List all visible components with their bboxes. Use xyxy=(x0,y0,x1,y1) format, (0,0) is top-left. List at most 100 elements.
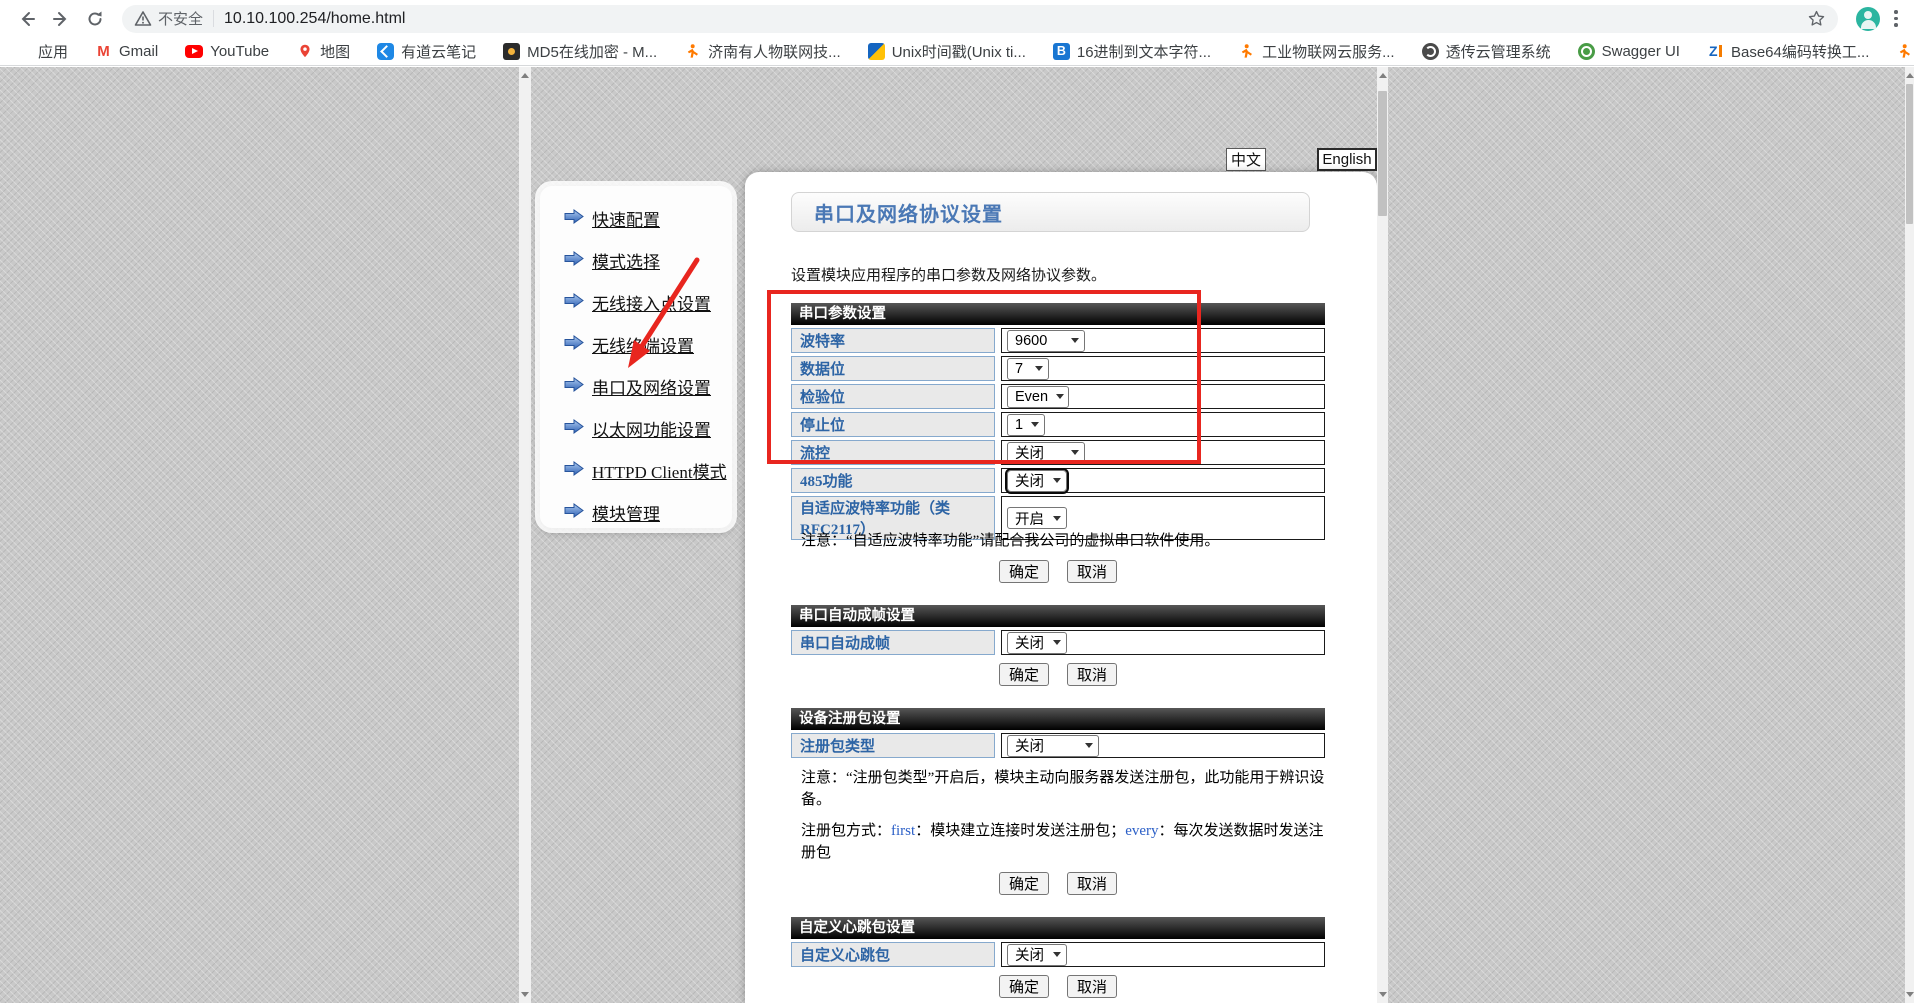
scroll-down-icon[interactable] xyxy=(1377,986,1388,1003)
ok-button[interactable]: 确定 xyxy=(999,975,1049,998)
settings-section: 串口参数设置波特率9600数据位7检验位Even停止位1流控关闭485功能关闭自… xyxy=(791,303,1325,583)
note-text: 注册包方式：first：模块建立连接时发送注册包；every：每次发送数据时发送… xyxy=(801,820,1325,864)
sidebar-item-快速配置[interactable]: 快速配置 xyxy=(564,206,732,231)
bookmark-item[interactable]: YouTube xyxy=(185,43,269,60)
select-流控[interactable]: 关闭 xyxy=(1007,442,1085,464)
select-停止位[interactable]: 1 xyxy=(1007,414,1045,436)
select-串口自动成帧[interactable]: 关闭 xyxy=(1007,632,1067,654)
select-波特率[interactable]: 9600 xyxy=(1007,330,1085,352)
table-row: 485功能关闭 xyxy=(791,468,1325,493)
sidebar-item-以太网功能设置[interactable]: 以太网功能设置 xyxy=(564,416,732,441)
sidebar-item-label: 模式选择 xyxy=(592,248,660,273)
ok-button[interactable]: 确定 xyxy=(999,560,1049,583)
sidebar-item-label: 无线接入点设置 xyxy=(592,290,711,315)
bookmark-item[interactable]: MES | 有人物联网 xyxy=(1896,41,1914,62)
frame-scrollbar[interactable] xyxy=(1377,67,1388,1003)
bookmark-item[interactable]: ZBase64编码转换工... xyxy=(1707,41,1869,62)
scroll-up-icon[interactable] xyxy=(519,67,531,84)
address-bar[interactable]: 不安全 10.10.100.254/home.html xyxy=(122,5,1838,33)
back-button[interactable] xyxy=(13,5,41,33)
chrome-menu-button[interactable] xyxy=(1894,10,1898,27)
forward-button[interactable] xyxy=(47,5,75,33)
select-value: 开启 xyxy=(1015,508,1044,529)
table-row: 自适应波特率功能（类RFC2117）开启 xyxy=(791,496,1325,521)
bookmark-item[interactable]: B16进制到文本字符... xyxy=(1053,41,1211,62)
profile-avatar[interactable] xyxy=(1856,7,1880,31)
youtube-icon xyxy=(185,45,203,58)
note-segment: every xyxy=(1125,823,1158,839)
cancel-button[interactable]: 取消 xyxy=(1067,560,1117,583)
field-value-cell: 1 xyxy=(1001,412,1325,437)
sidebar-item-模块管理[interactable]: 模块管理 xyxy=(564,500,732,525)
browser-scrollbar[interactable] xyxy=(1905,67,1914,1003)
select-自适应波特率功能（类RFC2117）[interactable]: 开启 xyxy=(1007,507,1067,529)
md5-icon xyxy=(503,43,520,60)
language-english-button[interactable]: English xyxy=(1317,148,1377,171)
bookmark-item[interactable]: 工业物联网云服务... xyxy=(1238,41,1395,62)
scroll-down-icon[interactable] xyxy=(519,986,531,1003)
select-自定义心跳包[interactable]: 关闭 xyxy=(1007,944,1067,966)
field-label: 串口自动成帧 xyxy=(791,630,995,655)
browser-toolbar: 不安全 10.10.100.254/home.html xyxy=(0,0,1914,37)
bookmark-item[interactable]: 济南有人物联网技... xyxy=(684,41,841,62)
frame-scrollbar-thumb[interactable] xyxy=(1378,91,1387,216)
ok-button[interactable]: 确定 xyxy=(999,872,1049,895)
forward-icon xyxy=(51,9,71,29)
bookmark-item[interactable]: Swagger UI xyxy=(1578,43,1680,60)
sidebar-item-HTTPD Client模式[interactable]: HTTPD Client模式 xyxy=(564,458,732,483)
browser-scrollbar-thumb[interactable] xyxy=(1906,84,1913,224)
menu-arrow-icon xyxy=(564,335,584,355)
menu-arrow-icon xyxy=(564,377,584,397)
left-frame-scrollbar[interactable] xyxy=(519,67,531,1003)
sidebar-item-无线接入点设置[interactable]: 无线接入点设置 xyxy=(564,290,732,315)
bookmark-label: Gmail xyxy=(119,43,158,60)
scroll-up-icon[interactable] xyxy=(1377,67,1388,84)
bookmark-label: Swagger UI xyxy=(1602,43,1680,60)
gmail-icon: M xyxy=(95,43,112,60)
bookmark-label: 工业物联网云服务... xyxy=(1262,41,1395,62)
scroll-up-icon[interactable] xyxy=(1905,67,1914,84)
field-label: 485功能 xyxy=(791,468,995,493)
sidebar-item-模式选择[interactable]: 模式选择 xyxy=(564,248,732,273)
table-row: 自定义心跳包关闭 xyxy=(791,942,1325,967)
menu-arrow-icon xyxy=(564,419,584,439)
security-status-label: 不安全 xyxy=(158,8,203,29)
section-header: 串口自动成帧设置 xyxy=(791,605,1325,627)
bookmark-item[interactable]: Unix时间戳(Unix ti... xyxy=(868,41,1026,62)
bookmark-item[interactable]: M Gmail xyxy=(95,43,158,60)
select-value: 1 xyxy=(1015,417,1023,433)
menu-arrow-icon xyxy=(564,503,584,523)
cancel-button[interactable]: 取消 xyxy=(1067,975,1117,998)
bookmark-item[interactable]: MD5在线加密 - M... xyxy=(503,41,657,62)
select-检验位[interactable]: Even xyxy=(1007,386,1069,408)
bookmark-item[interactable]: 有道云笔记 xyxy=(377,41,476,62)
select-485功能[interactable]: 关闭 xyxy=(1007,470,1067,492)
section-header: 自定义心跳包设置 xyxy=(791,917,1325,939)
bookmark-star-button[interactable] xyxy=(1807,9,1826,28)
table-row: 串口自动成帧关闭 xyxy=(791,630,1325,655)
select-value: 关闭 xyxy=(1015,735,1044,756)
sidebar-menu: 快速配置模式选择无线接入点设置无线终端设置串口及网络设置以太网功能设置 HTTPD… xyxy=(540,186,732,528)
web-page-content: 中文 English 快速配置模式选择无线接入点设置无线终端设置串口及网络设置以… xyxy=(0,67,1914,1003)
bookmark-item[interactable]: 透传云管理系统 xyxy=(1422,41,1551,62)
bookmark-item[interactable]: 地图 xyxy=(296,41,350,62)
select-value: 关闭 xyxy=(1015,632,1044,653)
select-注册包类型[interactable]: 关闭 xyxy=(1007,735,1099,757)
select-数据位[interactable]: 7 xyxy=(1007,358,1049,380)
field-label: 流控 xyxy=(791,440,995,465)
reload-button[interactable] xyxy=(81,5,109,33)
cancel-button[interactable]: 取消 xyxy=(1067,872,1117,895)
language-chinese-button[interactable]: 中文 xyxy=(1226,148,1266,171)
sidebar-item-串口及网络设置[interactable]: 串口及网络设置 xyxy=(564,374,732,399)
sidebar-item-无线终端设置[interactable]: 无线终端设置 xyxy=(564,332,732,357)
usr-person-icon xyxy=(684,43,701,60)
cancel-button[interactable]: 取消 xyxy=(1067,663,1117,686)
scroll-down-icon[interactable] xyxy=(1905,986,1914,1003)
reload-icon xyxy=(85,9,105,29)
ok-button[interactable]: 确定 xyxy=(999,663,1049,686)
apps-shortcut[interactable]: 应用 xyxy=(16,41,68,62)
chevron-down-icon xyxy=(1071,450,1079,455)
field-label: 检验位 xyxy=(791,384,995,409)
chevron-down-icon xyxy=(1056,394,1064,399)
chevron-down-icon xyxy=(1035,366,1043,371)
